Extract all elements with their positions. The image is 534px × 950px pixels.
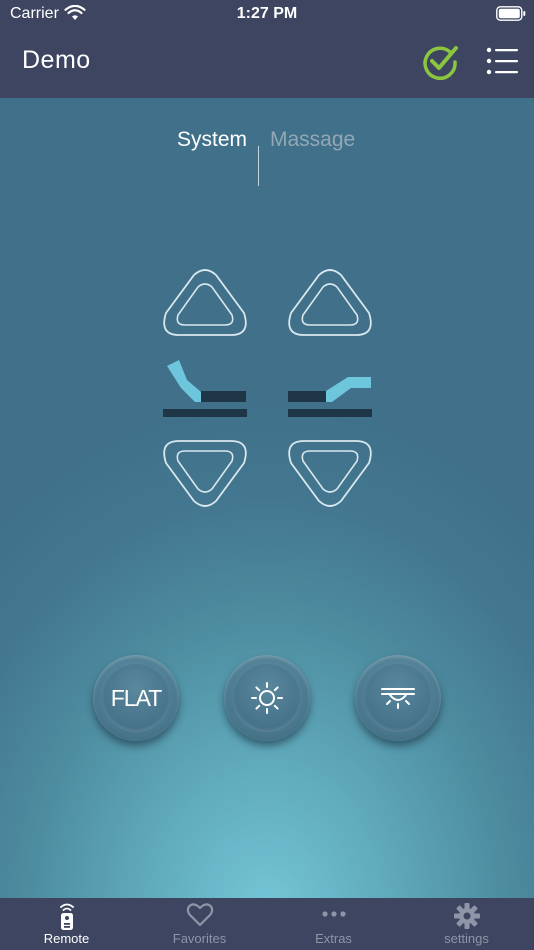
- underbed-light-icon: [381, 688, 415, 709]
- status-bar: Carrier 1:27 PM: [0, 0, 534, 28]
- segment-system[interactable]: System: [177, 128, 247, 152]
- foot-up-button[interactable]: [286, 269, 374, 339]
- mode-segmented-control: System Massage: [0, 126, 534, 186]
- remote-icon: [59, 903, 74, 930]
- bed-head-raise-icon: [163, 360, 247, 417]
- tab-remote[interactable]: Remote: [0, 898, 133, 950]
- foot-down-button[interactable]: [286, 437, 374, 507]
- tab-bar: Remote Favorites Extras settings: [0, 898, 534, 950]
- tab-favorites[interactable]: Favorites: [133, 898, 266, 950]
- sun-icon: [251, 682, 283, 714]
- tab-favorites-label: Favorites: [172, 931, 227, 946]
- check-circle-icon[interactable]: [421, 42, 459, 80]
- segment-massage[interactable]: Massage: [270, 128, 355, 152]
- tab-settings-label: settings: [444, 931, 489, 946]
- ellipsis-icon: [321, 911, 346, 917]
- status-time: 1:27 PM: [236, 5, 298, 22]
- nav-bar: Demo: [0, 28, 534, 98]
- bed-foot-raise-icon: [288, 377, 372, 417]
- tab-extras-label: Extras: [315, 931, 352, 946]
- flat-button[interactable]: FLAT: [93, 655, 179, 741]
- tab-settings[interactable]: settings: [400, 898, 533, 950]
- underbed-light-button[interactable]: [355, 655, 441, 741]
- tab-remote-label: Remote: [43, 931, 90, 946]
- remote-panel: System Massage FLAT: [0, 98, 534, 898]
- list-menu-icon[interactable]: [486, 46, 518, 76]
- head-up-button[interactable]: [161, 269, 249, 339]
- gear-icon: [453, 903, 480, 929]
- head-down-button[interactable]: [161, 437, 249, 507]
- light-button[interactable]: [224, 655, 310, 741]
- heart-icon: [186, 903, 213, 927]
- flat-label: FLAT: [102, 664, 170, 732]
- segment-divider: [258, 146, 259, 186]
- battery-icon: [496, 6, 526, 21]
- tab-extras[interactable]: Extras: [267, 898, 400, 950]
- page-title: Demo: [22, 46, 91, 74]
